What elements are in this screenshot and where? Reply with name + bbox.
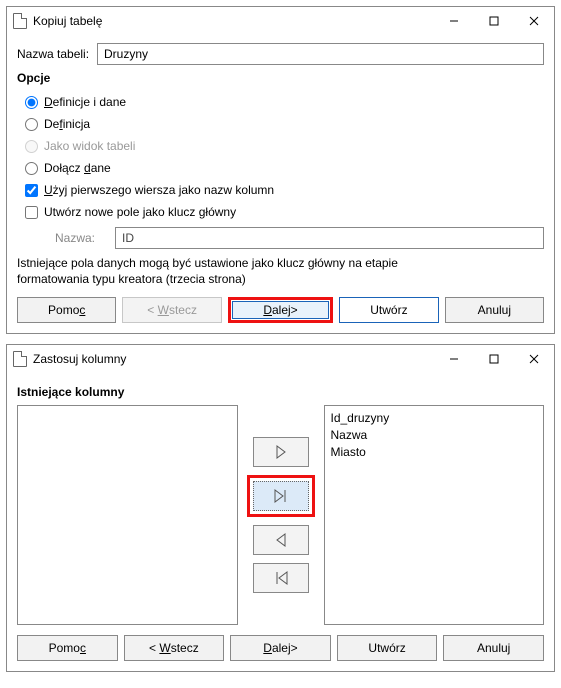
checkbox-input[interactable] [25, 206, 38, 219]
move-all-right-button[interactable] [253, 481, 309, 511]
list-item[interactable]: Id_druzyny [331, 410, 538, 427]
triangle-right-bar-icon [273, 489, 289, 503]
hint-text: Istniejące pola danych mogą być ustawion… [17, 255, 544, 287]
document-icon [13, 351, 27, 367]
create-button[interactable]: Utwórz [337, 635, 438, 661]
triangle-right-icon [275, 445, 287, 459]
window-title: Zastosuj kolumny [33, 352, 434, 366]
radio-input[interactable] [25, 96, 38, 109]
existing-columns-heading: Istniejące kolumny [17, 385, 544, 399]
key-name-label: Nazwa: [55, 231, 115, 245]
bar-triangle-left-icon [273, 571, 289, 585]
maximize-button[interactable] [474, 345, 514, 373]
mover-buttons [246, 405, 316, 625]
next-button[interactable]: Dalej> [230, 635, 331, 661]
cancel-button[interactable]: Anuluj [445, 297, 544, 323]
radio-def-and-data[interactable]: Definicje i dane [25, 91, 544, 113]
help-button[interactable]: Pomoc [17, 297, 116, 323]
highlight-move-all-right [247, 475, 315, 517]
minimize-button[interactable] [434, 345, 474, 373]
key-name-input [115, 227, 544, 249]
help-button[interactable]: Pomoc [17, 635, 118, 661]
radio-as-view: Jako widok tabeli [25, 135, 544, 157]
checkbox-new-key[interactable]: Utwórz nowe pole jako klucz główny [25, 201, 544, 223]
maximize-button[interactable] [474, 7, 514, 35]
list-item[interactable]: Miasto [331, 444, 538, 461]
radio-def-only[interactable]: Definicja [25, 113, 544, 135]
back-button: < Wstecz [122, 297, 221, 323]
radio-append-data[interactable]: Dołącz dane [25, 157, 544, 179]
next-button[interactable]: Dalej> [232, 301, 329, 319]
table-name-label: Nazwa tabeli: [17, 47, 97, 61]
close-button[interactable] [514, 345, 554, 373]
selected-columns-list[interactable]: Id_druzynyNazwaMiasto [324, 405, 545, 625]
checkbox-first-row-names[interactable]: Użyj pierwszego wiersza jako nazw kolumn [25, 179, 544, 201]
radio-input [25, 140, 38, 153]
create-button[interactable]: Utwórz [339, 297, 438, 323]
titlebar: Kopiuj tabelę [7, 7, 554, 35]
move-all-left-button[interactable] [253, 563, 309, 593]
options-heading: Opcje [17, 71, 544, 85]
list-item[interactable]: Nazwa [331, 427, 538, 444]
copy-table-dialog: Kopiuj tabelę Nazwa tabeli: Opcje Defini… [6, 6, 555, 334]
checkbox-input[interactable] [25, 184, 38, 197]
document-icon [13, 13, 27, 29]
apply-columns-dialog: Zastosuj kolumny Istniejące kolumny [6, 344, 555, 672]
table-name-input[interactable] [97, 43, 544, 65]
radio-input[interactable] [25, 118, 38, 131]
highlight-next: Dalej> [228, 297, 333, 323]
cancel-button[interactable]: Anuluj [443, 635, 544, 661]
close-button[interactable] [514, 7, 554, 35]
radio-input[interactable] [25, 162, 38, 175]
window-title: Kopiuj tabelę [33, 14, 434, 28]
back-button[interactable]: < Wstecz [124, 635, 225, 661]
move-left-button[interactable] [253, 525, 309, 555]
minimize-button[interactable] [434, 7, 474, 35]
move-right-button[interactable] [253, 437, 309, 467]
triangle-left-icon [275, 533, 287, 547]
titlebar: Zastosuj kolumny [7, 345, 554, 373]
available-columns-list[interactable] [17, 405, 238, 625]
